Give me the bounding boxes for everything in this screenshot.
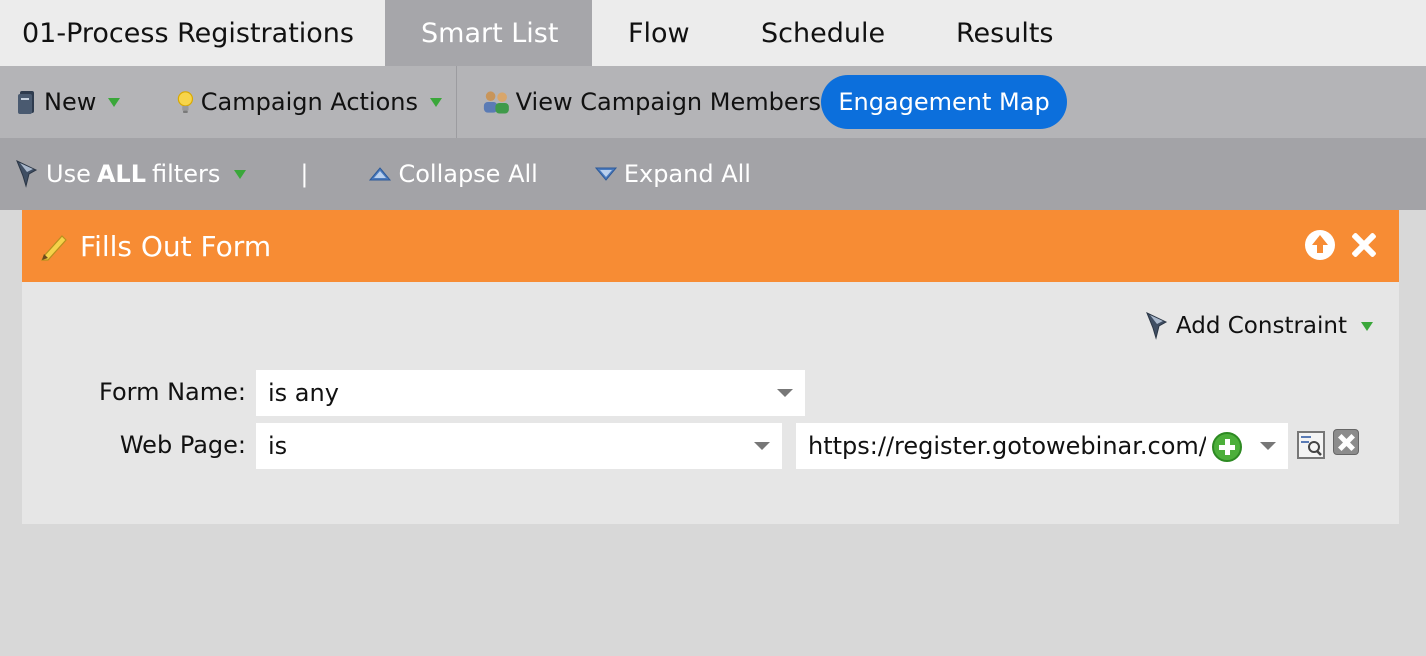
web-page-value-field[interactable]: https://register.gotowebinar.com/ <box>796 423 1288 469</box>
filter-title: Fills Out Form <box>80 229 272 263</box>
engagement-map-label: Engagement Map <box>838 88 1050 116</box>
chevron-down-icon <box>1361 321 1373 331</box>
members-icon <box>483 91 509 114</box>
filter-header-actions <box>1305 230 1379 260</box>
view-campaign-members-label: View Campaign Members <box>515 88 821 116</box>
new-menu-label: New <box>44 88 97 116</box>
filterbar-divider: | <box>300 160 309 188</box>
expand-all-label: Expand All <box>623 160 751 188</box>
campaign-actions-menu[interactable]: Campaign Actions <box>176 86 442 118</box>
tab-results[interactable]: Results <box>918 0 1076 66</box>
collapse-all-label: Collapse All <box>398 160 538 188</box>
tab-flow[interactable]: Flow <box>592 0 725 66</box>
tab-bar: 01-Process Registrations Smart List Flow… <box>0 0 1426 66</box>
filter-logic-value: ALL <box>96 160 147 188</box>
add-constraint-label: Add Constraint <box>1175 313 1347 339</box>
web-page-value: https://register.gotowebinar.com/ <box>808 432 1206 460</box>
toolbar-divider <box>456 66 457 138</box>
collapse-all-button[interactable]: Collapse All <box>368 160 538 188</box>
filter-panel: Fills Out Form Add Constraint Form Name:… <box>22 210 1399 524</box>
filter-funnel-icon <box>1145 312 1167 340</box>
magnifier-icon <box>1301 436 1322 456</box>
add-value-icon[interactable] <box>1212 432 1242 462</box>
filter-logic-prefix: Use <box>46 160 91 188</box>
form-name-operator-value: is any <box>268 379 339 407</box>
web-page-label: Web Page: <box>119 431 246 459</box>
lightbulb-icon <box>177 91 194 113</box>
tab-program-name[interactable]: 01-Process Registrations <box>0 0 385 66</box>
toolbar: New Campaign Actions View Campaign Membe… <box>0 66 1426 138</box>
expand-all-button[interactable]: Expand All <box>594 160 751 188</box>
new-menu[interactable]: New <box>16 88 158 116</box>
tab-schedule[interactable]: Schedule <box>725 0 918 66</box>
collapse-triangle-icon <box>369 167 392 181</box>
chevron-down-icon <box>777 389 793 397</box>
filter-header: Fills Out Form <box>22 210 1399 282</box>
form-name-operator-select[interactable]: is any <box>256 370 805 416</box>
expand-triangle-icon <box>594 167 617 181</box>
campaign-actions-label: Campaign Actions <box>200 88 418 116</box>
chevron-down-icon <box>754 442 770 450</box>
view-campaign-members-button[interactable]: View Campaign Members <box>481 87 821 117</box>
remove-row-icon[interactable] <box>1333 429 1359 455</box>
web-page-operator-select[interactable]: is <box>256 423 782 469</box>
new-document-icon <box>18 91 34 114</box>
browse-icon[interactable] <box>1297 431 1325 459</box>
chevron-down-icon <box>234 169 247 179</box>
filter-logic-menu[interactable]: Use ALL filters <box>14 158 247 190</box>
filter-funnel-icon <box>16 160 38 188</box>
form-pen-icon <box>41 235 67 261</box>
chevron-down-icon <box>430 97 442 107</box>
form-name-label: Form Name: <box>99 378 246 406</box>
chevron-down-icon <box>108 97 121 107</box>
close-icon[interactable] <box>1349 230 1379 260</box>
filter-bar: Use ALL filters | Collapse All Expand Al… <box>0 138 1426 210</box>
tab-smart-list[interactable]: Smart List <box>385 0 592 66</box>
filter-logic-suffix: filters <box>152 160 221 188</box>
add-constraint-button[interactable]: Add Constraint <box>1144 310 1373 342</box>
web-page-operator-value: is <box>268 432 288 460</box>
engagement-map-button[interactable]: Engagement Map <box>821 75 1067 129</box>
move-up-icon[interactable] <box>1305 230 1335 260</box>
chevron-down-icon <box>1260 442 1276 450</box>
